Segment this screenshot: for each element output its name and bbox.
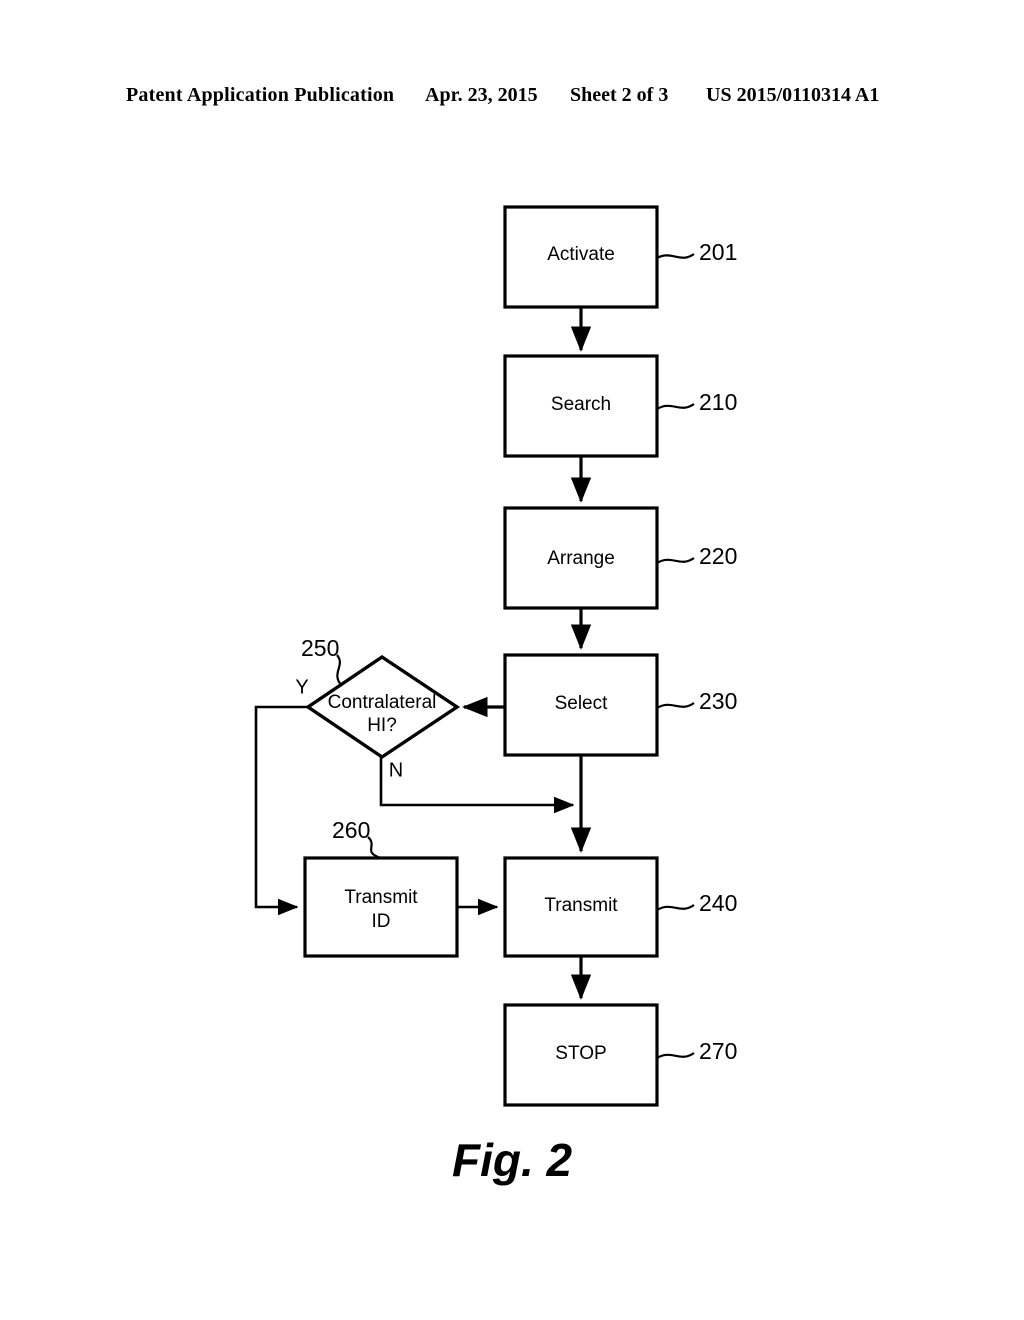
connector-decision-yes-to-transmit-id [254, 705, 308, 916]
node-decision-label-line2: HI? [367, 715, 397, 736]
reference-numeral-270: 270 [699, 1038, 737, 1064]
node-select-label: Select [555, 693, 609, 714]
flowchart-svg: Activate 201 Search 210 Arrange 220 Sele… [254, 205, 737, 1186]
leader-line-201 [656, 253, 695, 260]
leader-line-210 [656, 403, 695, 410]
reference-numeral-230: 230 [699, 688, 737, 714]
node-search[interactable]: Search 210 [503, 354, 737, 458]
figure-2-flowchart: Activate 201 Search 210 Arrange 220 Sele… [0, 0, 1024, 1320]
node-stop-label: STOP [555, 1043, 606, 1064]
reference-numeral-220: 220 [699, 543, 737, 569]
leader-line-230 [656, 702, 695, 709]
branch-label-no: N [389, 759, 403, 781]
node-arrange[interactable]: Arrange 220 [503, 506, 737, 610]
leader-line-220 [656, 557, 695, 564]
reference-numeral-250: 250 [301, 635, 339, 661]
node-decision-label-line1: Contralateral [328, 692, 437, 713]
reference-numeral-240: 240 [699, 890, 737, 916]
node-transmit-label: Transmit [544, 895, 618, 916]
node-transmit-id-label-line1: Transmit [344, 887, 418, 908]
reference-numeral-201: 201 [699, 239, 737, 265]
reference-numeral-210: 210 [699, 389, 737, 415]
node-search-label: Search [551, 394, 611, 415]
node-activate[interactable]: Activate 201 [503, 205, 737, 309]
branch-label-yes: Y [295, 676, 308, 698]
figure-caption: Fig. 2 [452, 1134, 573, 1186]
node-transmit[interactable]: Transmit 240 [503, 856, 737, 958]
leader-line-240 [656, 904, 695, 911]
leader-line-270 [656, 1052, 695, 1059]
reference-numeral-260: 260 [332, 817, 370, 843]
node-decision-contralateral-hi[interactable]: Contralateral HI? 250 Y N [295, 635, 461, 781]
node-select[interactable]: Select 230 [503, 653, 737, 757]
node-transmit-id[interactable]: Transmit ID 260 [303, 817, 459, 958]
connector-decision-no-to-transmit [379, 757, 575, 814]
node-transmit-id-label-line2: ID [372, 911, 391, 932]
node-arrange-label: Arrange [547, 548, 615, 569]
node-stop[interactable]: STOP 270 [503, 1003, 737, 1107]
node-activate-label: Activate [547, 244, 615, 265]
